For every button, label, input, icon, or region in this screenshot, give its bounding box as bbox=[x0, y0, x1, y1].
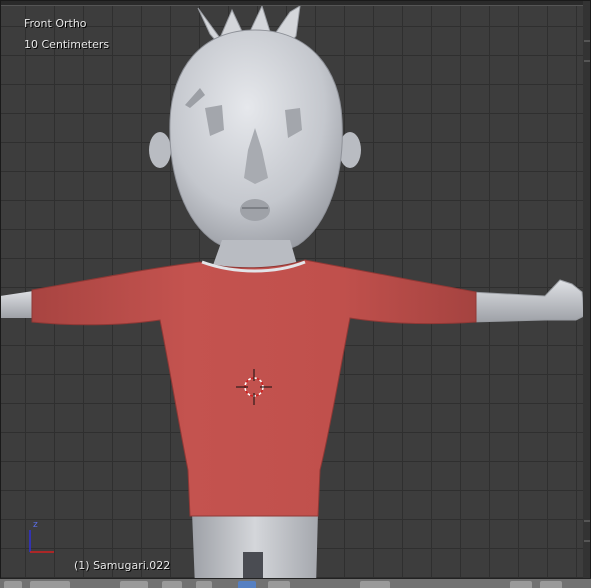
axis-z-label: z bbox=[33, 520, 38, 530]
3d-cursor-icon[interactable] bbox=[234, 367, 274, 407]
viewport-top-edge bbox=[0, 0, 591, 6]
active-object-label: (1) Samugari.022 bbox=[74, 559, 171, 572]
3d-viewport[interactable]: Front Ortho 10 Centimeters (1) Samugari.… bbox=[0, 0, 591, 587]
character-model[interactable] bbox=[0, 0, 591, 587]
left-ear bbox=[149, 132, 171, 168]
viewport-scrollbar[interactable] bbox=[583, 0, 591, 587]
right-arm bbox=[469, 279, 585, 323]
axis-gizmo-icon: z bbox=[29, 520, 54, 553]
view-name-label: Front Ortho bbox=[24, 17, 87, 30]
neck bbox=[212, 240, 298, 268]
unit-scale-label: 10 Centimeters bbox=[24, 38, 110, 51]
